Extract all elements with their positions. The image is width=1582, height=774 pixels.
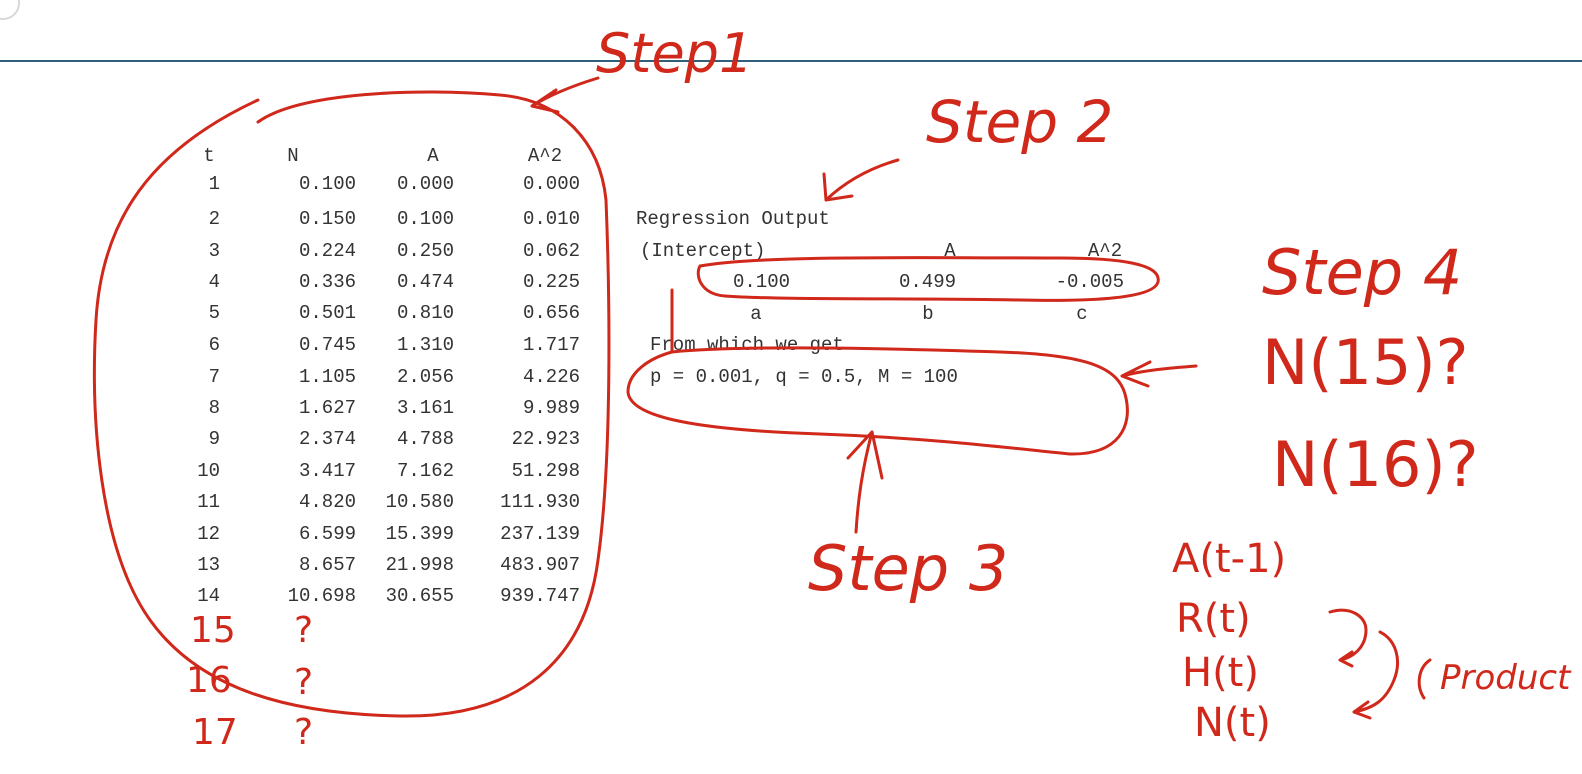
step4-arrow (1120, 360, 1198, 388)
cell-t: 2 (208, 208, 220, 230)
cell-t: 1 (208, 173, 220, 195)
cell-a: 21.998 (385, 554, 454, 576)
cell-n: 1.105 (298, 366, 356, 388)
product-label: Product (1440, 658, 1571, 698)
regression-header-intercept: (Intercept) (640, 240, 766, 262)
cell-a2: 237.139 (500, 523, 580, 545)
rh-arrow (1328, 608, 1368, 668)
formula-r: R(t) (1176, 596, 1251, 642)
cell-n: 2.374 (298, 428, 356, 450)
coef-letter-a: a (750, 303, 762, 325)
product-bracket (1417, 658, 1432, 700)
cell-a2: 939.747 (500, 585, 580, 607)
cell-t: 12 (197, 523, 220, 545)
cell-a2: 1.717 (522, 334, 580, 356)
cell-a2: 0.062 (522, 240, 580, 262)
cell-n: 0.100 (298, 173, 356, 195)
missing-n-15: ? (294, 610, 314, 651)
step2-arrow (822, 158, 900, 202)
cell-a2: 9.989 (522, 397, 580, 419)
coef-letter-b: b (922, 303, 934, 325)
step2-label: Step 2 (926, 88, 1114, 156)
cell-t: 4 (208, 271, 220, 293)
n16-question: N(16)? (1272, 428, 1479, 501)
cell-a: 3.161 (396, 397, 454, 419)
col-header-a: A (427, 145, 439, 167)
formula-n: N(t) (1194, 700, 1271, 746)
regression-header-a: A (944, 240, 956, 262)
cell-a: 0.000 (396, 173, 454, 195)
cell-a: 0.810 (396, 302, 454, 324)
cell-a: 30.655 (385, 585, 454, 607)
missing-t-16: 16 (186, 660, 232, 701)
cell-n: 8.657 (298, 554, 356, 576)
cell-a: 2.056 (396, 366, 454, 388)
cell-a2: 51.298 (511, 460, 580, 482)
cell-n: 4.820 (298, 491, 356, 513)
cell-n: 0.150 (298, 208, 356, 230)
cell-n: 10.698 (287, 585, 356, 607)
corner-decoration (0, 0, 20, 20)
step1-label: Step1 (596, 22, 754, 85)
cell-n: 1.627 (298, 397, 356, 419)
missing-n-17: ? (294, 712, 314, 753)
cell-a2: 0.010 (522, 208, 580, 230)
step3-label: Step 3 (808, 532, 1009, 605)
missing-t-15: 15 (190, 610, 236, 651)
cell-n: 3.417 (298, 460, 356, 482)
cell-t: 11 (197, 491, 220, 513)
formula-h: H(t) (1182, 650, 1259, 696)
step1-arrow (530, 76, 600, 114)
cell-n: 0.501 (298, 302, 356, 324)
missing-n-16: ? (294, 662, 314, 703)
cell-t: 9 (208, 428, 220, 450)
regression-title: Regression Output (636, 208, 830, 230)
cell-a: 7.162 (396, 460, 454, 482)
cell-n: 0.336 (298, 271, 356, 293)
regression-value-a: 0.499 (898, 271, 956, 293)
cell-a: 0.474 (396, 271, 454, 293)
cell-n: 0.224 (298, 240, 356, 262)
cell-t: 3 (208, 240, 220, 262)
missing-t-17: 17 (192, 712, 238, 753)
cell-a2: 0.000 (522, 173, 580, 195)
regression-header-a2: A^2 (1087, 240, 1123, 262)
cell-t: 14 (197, 585, 220, 607)
cell-t: 5 (208, 302, 220, 324)
formula-a-lag: A(t-1) (1172, 536, 1287, 582)
cell-a: 10.580 (385, 491, 454, 513)
cell-a2: 111.930 (500, 491, 580, 513)
cell-a: 15.399 (385, 523, 454, 545)
cell-a2: 0.656 (522, 302, 580, 324)
regression-value-intercept: 0.100 (732, 271, 790, 293)
regression-value-a2: -0.005 (1055, 271, 1124, 293)
coef-letter-c: c (1076, 303, 1088, 325)
cell-t: 13 (197, 554, 220, 576)
cell-t: 8 (208, 397, 220, 419)
col-header-t: t (203, 145, 215, 167)
cell-a: 1.310 (396, 334, 454, 356)
product-brace (1352, 630, 1399, 720)
col-header-a2: A^2 (527, 145, 563, 167)
cell-a: 0.250 (396, 240, 454, 262)
col-header-n: N (287, 145, 299, 167)
cell-a: 4.788 (396, 428, 454, 450)
n15-question: N(15)? (1262, 326, 1469, 399)
step3-arrow (846, 430, 884, 534)
cell-n: 6.599 (298, 523, 356, 545)
cell-t: 10 (197, 460, 220, 482)
cell-a2: 4.226 (522, 366, 580, 388)
cell-a2: 22.923 (511, 428, 580, 450)
cell-t: 7 (208, 366, 220, 388)
from-which-text: From which we get (650, 334, 844, 356)
cell-n: 0.745 (298, 334, 356, 356)
parameters-text: p = 0.001, q = 0.5, M = 100 (650, 366, 958, 388)
cell-a: 0.100 (396, 208, 454, 230)
cell-a2: 483.907 (500, 554, 580, 576)
cell-t: 6 (208, 334, 220, 356)
header-rule (0, 60, 1582, 62)
step4-label: Step 4 (1262, 236, 1463, 309)
cell-a2: 0.225 (522, 271, 580, 293)
